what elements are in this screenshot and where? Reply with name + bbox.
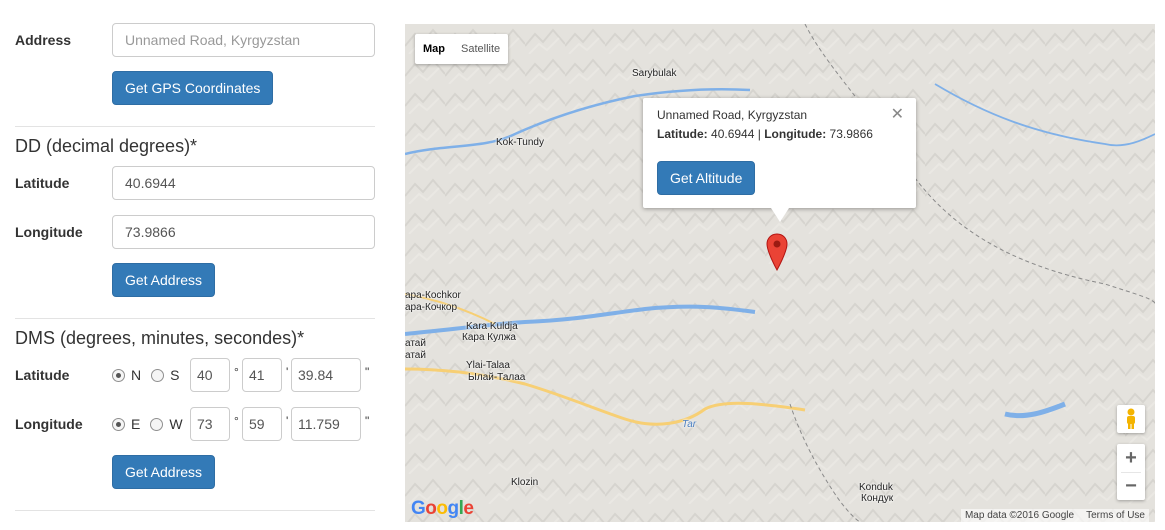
zoom-control: + − bbox=[1117, 444, 1145, 500]
north-radio-label: N bbox=[131, 367, 142, 383]
dd-get-address-button[interactable]: Get Address bbox=[112, 263, 216, 297]
dms-get-address-button[interactable]: Get Address bbox=[112, 455, 216, 489]
place-label: Tar bbox=[682, 419, 697, 430]
divider bbox=[15, 126, 375, 127]
coordinates-form: Address Get GPS Coordinates DD (decimal … bbox=[0, 0, 390, 530]
dms-longitude-label: Longitude bbox=[15, 416, 83, 432]
place-label: Ылай-Талаа bbox=[468, 372, 526, 383]
latitude-hemisphere-radios: N S bbox=[112, 358, 189, 392]
west-radio[interactable] bbox=[150, 417, 164, 431]
dd-longitude-input[interactable] bbox=[112, 215, 375, 249]
lng-minutes-input[interactable] bbox=[242, 407, 282, 441]
lat-seconds-input[interactable] bbox=[291, 358, 361, 392]
place-label: Кара Кулжа bbox=[462, 332, 516, 343]
lat-degrees-input[interactable] bbox=[190, 358, 230, 392]
place-label: атай bbox=[405, 338, 426, 349]
info-lng-value: 73.9866 bbox=[829, 127, 873, 141]
map-type-map[interactable]: Map bbox=[415, 34, 453, 64]
info-separator: | bbox=[757, 127, 761, 141]
close-icon[interactable]: ✕ bbox=[891, 104, 904, 124]
place-label: атай bbox=[405, 350, 426, 361]
info-lat-label: Latitude: bbox=[657, 127, 708, 141]
place-label: Кондук bbox=[861, 493, 894, 504]
map-data-attribution: Map data ©2016 Google bbox=[964, 510, 1075, 521]
longitude-hemisphere-radios: E W bbox=[112, 407, 193, 441]
east-radio[interactable] bbox=[112, 417, 125, 431]
place-label: ара-Кочкор bbox=[405, 302, 458, 313]
second-symbol: " bbox=[365, 365, 370, 379]
north-radio[interactable] bbox=[112, 368, 125, 382]
place-label: Kok-Tundy bbox=[496, 137, 544, 148]
info-window-address: Unnamed Road, Kyrgyzstan bbox=[657, 108, 808, 122]
divider bbox=[15, 318, 375, 319]
info-window-coordinates: Latitude: 40.6944 | Longitude: 73.9866 bbox=[657, 127, 873, 141]
place-label: Sarybulak bbox=[632, 68, 677, 79]
dd-heading: DD (decimal degrees)* bbox=[15, 136, 198, 156]
degree-symbol: ° bbox=[234, 414, 239, 428]
place-label: Klozin bbox=[511, 477, 539, 488]
minute-symbol: ' bbox=[286, 365, 289, 379]
dd-latitude-label: Latitude bbox=[15, 175, 70, 191]
east-radio-label: E bbox=[131, 416, 141, 432]
info-lat-value: 40.6944 bbox=[711, 127, 755, 141]
place-label: ара-Кochkor bbox=[405, 290, 461, 301]
lat-minutes-input[interactable] bbox=[242, 358, 282, 392]
pegman-icon[interactable] bbox=[1117, 405, 1145, 433]
get-gps-coordinates-button[interactable]: Get GPS Coordinates bbox=[112, 71, 274, 105]
google-logo: Google bbox=[411, 498, 474, 519]
get-altitude-button[interactable]: Get Altitude bbox=[657, 161, 756, 195]
terms-of-use-link[interactable]: Terms of Use bbox=[1086, 510, 1145, 521]
address-label: Address bbox=[15, 32, 72, 48]
place-label: Ylai-Talaa bbox=[466, 360, 510, 371]
map-marker-icon[interactable] bbox=[766, 233, 788, 271]
lng-seconds-input[interactable] bbox=[291, 407, 361, 441]
south-radio[interactable] bbox=[151, 368, 165, 382]
map-footer: Map data ©2016 Google Terms of Use bbox=[960, 509, 1149, 522]
map-type-satellite[interactable]: Satellite bbox=[453, 34, 508, 64]
divider bbox=[15, 510, 375, 511]
map-canvas[interactable]: Map Satellite Sarybulak Kok-Tundy ара-Кo… bbox=[405, 24, 1155, 522]
west-radio-label: W bbox=[169, 416, 183, 432]
south-radio-label: S bbox=[170, 367, 180, 383]
dd-latitude-input[interactable] bbox=[112, 166, 375, 200]
info-lng-label: Longitude: bbox=[764, 127, 827, 141]
degree-symbol: ° bbox=[234, 365, 239, 379]
dd-longitude-label: Longitude bbox=[15, 224, 83, 240]
second-symbol: " bbox=[365, 414, 370, 428]
zoom-out-button[interactable]: − bbox=[1117, 472, 1145, 500]
minute-symbol: ' bbox=[286, 414, 289, 428]
dms-heading: DMS (degrees, minutes, secondes)* bbox=[15, 328, 305, 348]
zoom-in-button[interactable]: + bbox=[1117, 444, 1145, 472]
dms-latitude-label: Latitude bbox=[15, 367, 70, 383]
info-window: Unnamed Road, Kyrgyzstan Latitude: 40.69… bbox=[643, 98, 916, 222]
lng-degrees-input[interactable] bbox=[190, 407, 230, 441]
address-input[interactable] bbox=[112, 23, 375, 57]
map-type-control: Map Satellite bbox=[415, 34, 509, 64]
